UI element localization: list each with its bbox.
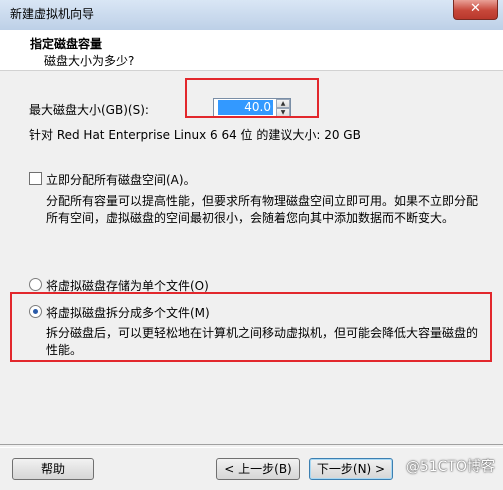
wizard-header: 指定磁盘容量 磁盘大小为多少? <box>0 30 503 71</box>
spin-buttons: ▲ ▼ <box>276 99 290 117</box>
disk-size-stepper[interactable]: 40.0 ▲ ▼ <box>213 98 291 118</box>
wizard-window: 新建虚拟机向导 ✕ 指定磁盘容量 磁盘大小为多少? 最大磁盘大小(GB)(S):… <box>0 0 503 490</box>
back-button[interactable]: < 上一步(B) <box>216 458 300 480</box>
multiple-files-description-line1: 拆分磁盘后，可以更轻松地在计算机之间移动虚拟机，但可能会降低大容量磁盘的 <box>46 326 479 340</box>
allocate-now-checkbox[interactable] <box>29 172 42 185</box>
spin-down-icon[interactable]: ▼ <box>276 108 290 117</box>
multiple-files-description-line2: 性能。 <box>46 343 83 357</box>
wizard-client-area: 指定磁盘容量 磁盘大小为多少? 最大磁盘大小(GB)(S): 40.0 ▲ ▼ … <box>0 30 503 490</box>
allocate-now-label[interactable]: 立即分配所有磁盘空间(A)。 <box>46 171 196 188</box>
page-title: 指定磁盘容量 <box>30 37 103 51</box>
single-file-label[interactable]: 将虚拟磁盘存储为单个文件(O) <box>46 277 209 294</box>
next-button[interactable]: 下一步(N) > <box>309 458 393 480</box>
disk-size-input[interactable]: 40.0 <box>218 100 273 115</box>
multiple-files-label[interactable]: 将虚拟磁盘拆分成多个文件(M) <box>46 304 210 321</box>
spin-up-icon[interactable]: ▲ <box>276 99 290 108</box>
recommended-size-text: 针对 Red Hat Enterprise Linux 6 64 位 的建议大小… <box>29 128 361 142</box>
allocate-description-line1: 分配所有容量可以提高性能，但要求所有物理磁盘空间立即可用。如果不立即分配 <box>46 194 479 208</box>
single-file-radio[interactable] <box>29 278 42 291</box>
multiple-files-radio[interactable] <box>29 305 42 318</box>
close-icon[interactable]: ✕ <box>453 0 498 20</box>
window-title: 新建虚拟机向导 <box>10 7 95 21</box>
footer-separator <box>0 444 503 448</box>
page-subtitle: 磁盘大小为多少? <box>44 54 135 68</box>
allocate-description-line2: 所有空间，虚拟磁盘的空间最初很小，会随着您向其中添加数据而不断变大。 <box>46 211 455 225</box>
title-bar[interactable]: 新建虚拟机向导 ✕ <box>0 0 503 30</box>
watermark: @51CTO博客 <box>405 459 495 475</box>
help-button[interactable]: 帮助 <box>12 458 94 480</box>
disk-size-label: 最大磁盘大小(GB)(S): <box>29 103 149 117</box>
